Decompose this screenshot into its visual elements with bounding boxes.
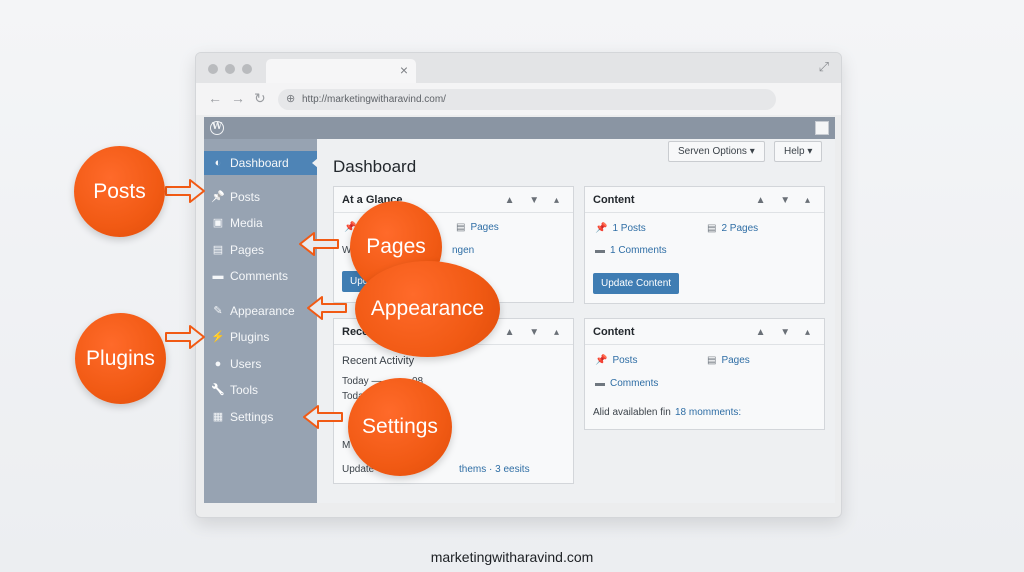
widget-controls[interactable]: ▲ ▼ ▴ (756, 327, 816, 338)
glance-pages-link[interactable]: ▤ Pages (456, 222, 499, 233)
content-note-link[interactable]: 18 momments: (675, 407, 741, 418)
sidebar-item-appearance[interactable]: ✎ Appearance (204, 299, 317, 323)
pin-icon: 📌 (211, 191, 225, 203)
dashboard-icon: ◐ (214, 157, 222, 169)
sidebar-item-settings[interactable]: ▦ Settings (204, 405, 317, 429)
widget-controls[interactable]: ▲ ▼ ▴ (505, 195, 565, 206)
sidebar-item-comments[interactable]: ▬ Comments (204, 264, 317, 288)
media-icon: ▣ (212, 217, 224, 229)
recent-footer-link[interactable]: thems · 3 eesits (459, 464, 530, 475)
globe-icon: ⊕ (286, 93, 296, 105)
link-label: 2 Pages (721, 223, 759, 234)
help-button[interactable]: Help ▾ (774, 141, 823, 162)
plug-icon: ⚡ (211, 331, 225, 343)
recent-line: M (342, 440, 351, 451)
appearance-arrow (307, 296, 347, 320)
sidebar-item-label: Dashboard (230, 156, 289, 170)
sidebar-item-label: Media (230, 216, 263, 230)
sidebar-item-label: Settings (230, 410, 274, 424)
update-content-button[interactable]: Update Content (593, 273, 680, 294)
plugins-arrow (165, 325, 205, 349)
pages-arrow (299, 232, 339, 256)
page-title: Dashboard (333, 157, 417, 176)
posts-callout: Posts (74, 146, 165, 237)
appearance-callout: Appearance (355, 261, 500, 357)
pin-icon: 📌 (595, 223, 608, 234)
forward-icon[interactable]: → (231, 90, 245, 106)
sidebar-item-label: Plugins (230, 330, 270, 344)
posts-count-link[interactable]: 📌 1 Posts (595, 223, 646, 234)
address-bar[interactable]: ⊕ http://marketingwitharavind.com/ (278, 89, 776, 110)
content-widget-2: Content ▲ ▼ ▴ 📌 Posts ▤ Pages ▬ Comments Al… (584, 318, 825, 430)
wp-admin: W ◐ Dashboard 📌 Posts ▣ Media ▤ Pages ▬ (204, 117, 835, 503)
settings-icon: ▦ (212, 411, 224, 423)
screen-options-button[interactable]: Serven Options ▾ (668, 141, 765, 162)
sidebar-item-label: Posts (230, 190, 261, 204)
pages-link[interactable]: ▤ Pages (707, 355, 750, 366)
pages-icon: ▤ (456, 222, 466, 233)
widget-controls[interactable]: ▲ ▼ ▴ (505, 327, 565, 338)
browser-window: × ⤢ ← → ↻ ⊕ http://marketingwitharavind.… (195, 52, 842, 518)
link-label: 1 Comments (610, 245, 667, 256)
window-minimize-dot[interactable] (225, 64, 235, 74)
admin-sidebar: ◐ Dashboard 📌 Posts ▣ Media ▤ Pages ▬ Co… (204, 139, 318, 503)
footer-watermark: marketingwitharavind.com (430, 549, 594, 565)
sidebar-item-posts[interactable]: 📌 Posts (204, 185, 317, 209)
sidebar-item-label: Users (230, 357, 262, 371)
back-icon[interactable]: ← (208, 90, 222, 106)
brush-icon: ✎ (213, 305, 223, 317)
content-note: Alid availablen fin (593, 407, 671, 418)
link-label: Comments (610, 378, 659, 389)
window-close-dot[interactable] (208, 64, 218, 74)
admin-bar-box[interactable] (815, 121, 829, 135)
wrench-icon: 🔧 (211, 384, 225, 396)
browser-tab[interactable]: × (266, 59, 416, 83)
browser-titlebar: × ⤢ (196, 53, 841, 83)
reload-icon[interactable]: ↻ (254, 90, 266, 107)
window-maximize-dot[interactable] (242, 64, 252, 74)
link-label: Posts (612, 355, 638, 366)
pages-icon: ▤ (707, 223, 717, 234)
expand-icon[interactable]: ⤢ (819, 59, 829, 75)
comments-count-link[interactable]: ▬ 1 Comments (595, 245, 667, 256)
wordpress-logo-icon[interactable]: W (210, 121, 224, 135)
sidebar-item-tools[interactable]: 🔧 Tools (204, 378, 317, 402)
sidebar-item-label: Tools (230, 383, 259, 397)
glance-link[interactable]: ngen (452, 245, 474, 256)
sidebar-item-label: Comments (230, 269, 289, 283)
settings-callout: Settings (348, 378, 452, 476)
link-label: 1 Posts (612, 223, 646, 234)
sidebar-item-plugins[interactable]: ⚡ Plugins (204, 325, 317, 349)
recent-heading: Recent Activity (342, 355, 415, 367)
comment-icon: ▬ (212, 270, 224, 282)
link-label: Pages (721, 355, 750, 366)
pages-icon: ▤ (212, 244, 224, 256)
settings-arrow (303, 405, 343, 429)
tab-close-icon[interactable]: × (400, 62, 408, 78)
browser-navbar: ← → ↻ ⊕ http://marketingwitharavind.com/ (196, 83, 841, 115)
sidebar-item-label: Pages (230, 243, 265, 257)
posts-link[interactable]: 📌 Posts (595, 355, 637, 366)
comment-icon: ▬ (595, 245, 605, 256)
user-icon: ● (214, 358, 222, 370)
posts-arrow (165, 179, 205, 203)
plugins-callout: Plugins (75, 313, 166, 404)
pages-icon: ▤ (707, 355, 717, 366)
comments-link[interactable]: ▬ Comments (595, 378, 658, 389)
pages-count-link[interactable]: ▤ 2 Pages (707, 223, 758, 234)
sidebar-item-users[interactable]: ● Users (204, 352, 317, 376)
pin-icon: 📌 (595, 355, 608, 366)
comment-icon: ▬ (595, 378, 605, 389)
widget-controls[interactable]: ▲ ▼ ▴ (756, 195, 816, 206)
url-text: http://marketingwitharavind.com/ (302, 94, 446, 105)
content-widget: Content ▲ ▼ ▴ 📌 1 Posts ▤ 2 Pages ▬ 1 Comme… (584, 186, 825, 304)
admin-bar: W (204, 117, 835, 139)
sidebar-item-label: Appearance (230, 304, 295, 318)
link-label: Pages (470, 222, 499, 233)
sidebar-item-dashboard[interactable]: ◐ Dashboard (204, 151, 318, 175)
